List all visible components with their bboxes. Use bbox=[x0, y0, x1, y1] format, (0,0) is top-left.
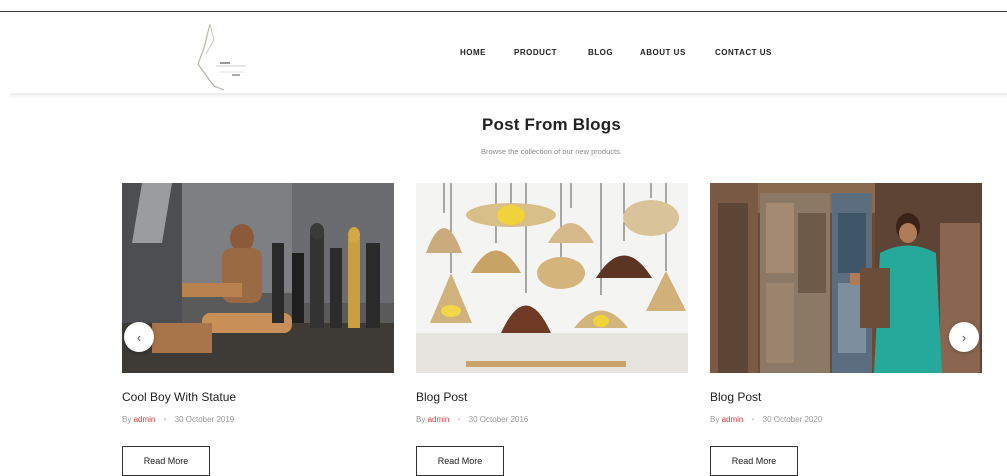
meta-author[interactable]: admin bbox=[428, 415, 450, 424]
meta-separator: • bbox=[751, 415, 755, 424]
blog-card: Blog Post By admin • 30 October 2016 Rea… bbox=[416, 183, 688, 476]
chevron-right-icon: › bbox=[961, 329, 967, 345]
section-title: Post From Blogs bbox=[481, 115, 621, 134]
nav-product[interactable]: PRODUCT bbox=[514, 48, 557, 57]
main-nav: HOME PRODUCT BLOG ABOUT US CONTACT US bbox=[0, 48, 1007, 62]
nav-about-us[interactable]: ABOUT US bbox=[640, 48, 686, 57]
chevron-left-icon: ‹ bbox=[136, 329, 142, 345]
blog-card-image[interactable] bbox=[710, 183, 982, 373]
meta-date: 30 October 2016 bbox=[468, 415, 529, 424]
blog-card-title[interactable]: Cool Boy With Statue bbox=[122, 390, 236, 404]
carousel-prev-button[interactable]: ‹ bbox=[124, 322, 154, 352]
meta-author[interactable]: admin bbox=[134, 415, 156, 424]
blog-card: Cool Boy With Statue By admin • 30 Octob… bbox=[122, 183, 394, 476]
meta-date: 30 October 2020 bbox=[762, 415, 823, 424]
read-more-button[interactable]: Read More bbox=[416, 446, 504, 476]
meta-author[interactable]: admin bbox=[722, 415, 744, 424]
meta-by: By bbox=[122, 415, 132, 424]
nav-contact-us[interactable]: CONTACT US bbox=[715, 48, 772, 57]
blog-card-image[interactable] bbox=[122, 183, 394, 373]
carousel-next-button[interactable]: › bbox=[949, 322, 979, 352]
meta-by: By bbox=[416, 415, 426, 424]
header-shadow bbox=[10, 93, 1007, 99]
blog-card: Blog Post By admin • 30 October 2020 Rea… bbox=[710, 183, 982, 476]
blog-card-meta: By admin • 30 October 2020 bbox=[710, 415, 822, 424]
nav-home[interactable]: HOME bbox=[460, 48, 486, 57]
blog-card-image[interactable] bbox=[416, 183, 688, 373]
read-more-button[interactable]: Read More bbox=[122, 446, 210, 476]
blog-card-title[interactable]: Blog Post bbox=[710, 390, 761, 404]
site-header: HOME PRODUCT BLOG ABOUT US CONTACT US bbox=[0, 12, 1007, 94]
meta-by: By bbox=[710, 415, 720, 424]
nav-blog[interactable]: BLOG bbox=[588, 48, 613, 57]
section-subtitle: Browse the collection of our new product… bbox=[481, 147, 622, 156]
blog-card-meta: By admin • 30 October 2016 bbox=[416, 415, 528, 424]
blog-card-title[interactable]: Blog Post bbox=[416, 390, 467, 404]
blog-card-meta: By admin • 30 October 2019 bbox=[122, 415, 234, 424]
meta-date: 30 October 2019 bbox=[174, 415, 235, 424]
meta-separator: • bbox=[457, 415, 461, 424]
meta-separator: • bbox=[163, 415, 167, 424]
read-more-button[interactable]: Read More bbox=[710, 446, 798, 476]
